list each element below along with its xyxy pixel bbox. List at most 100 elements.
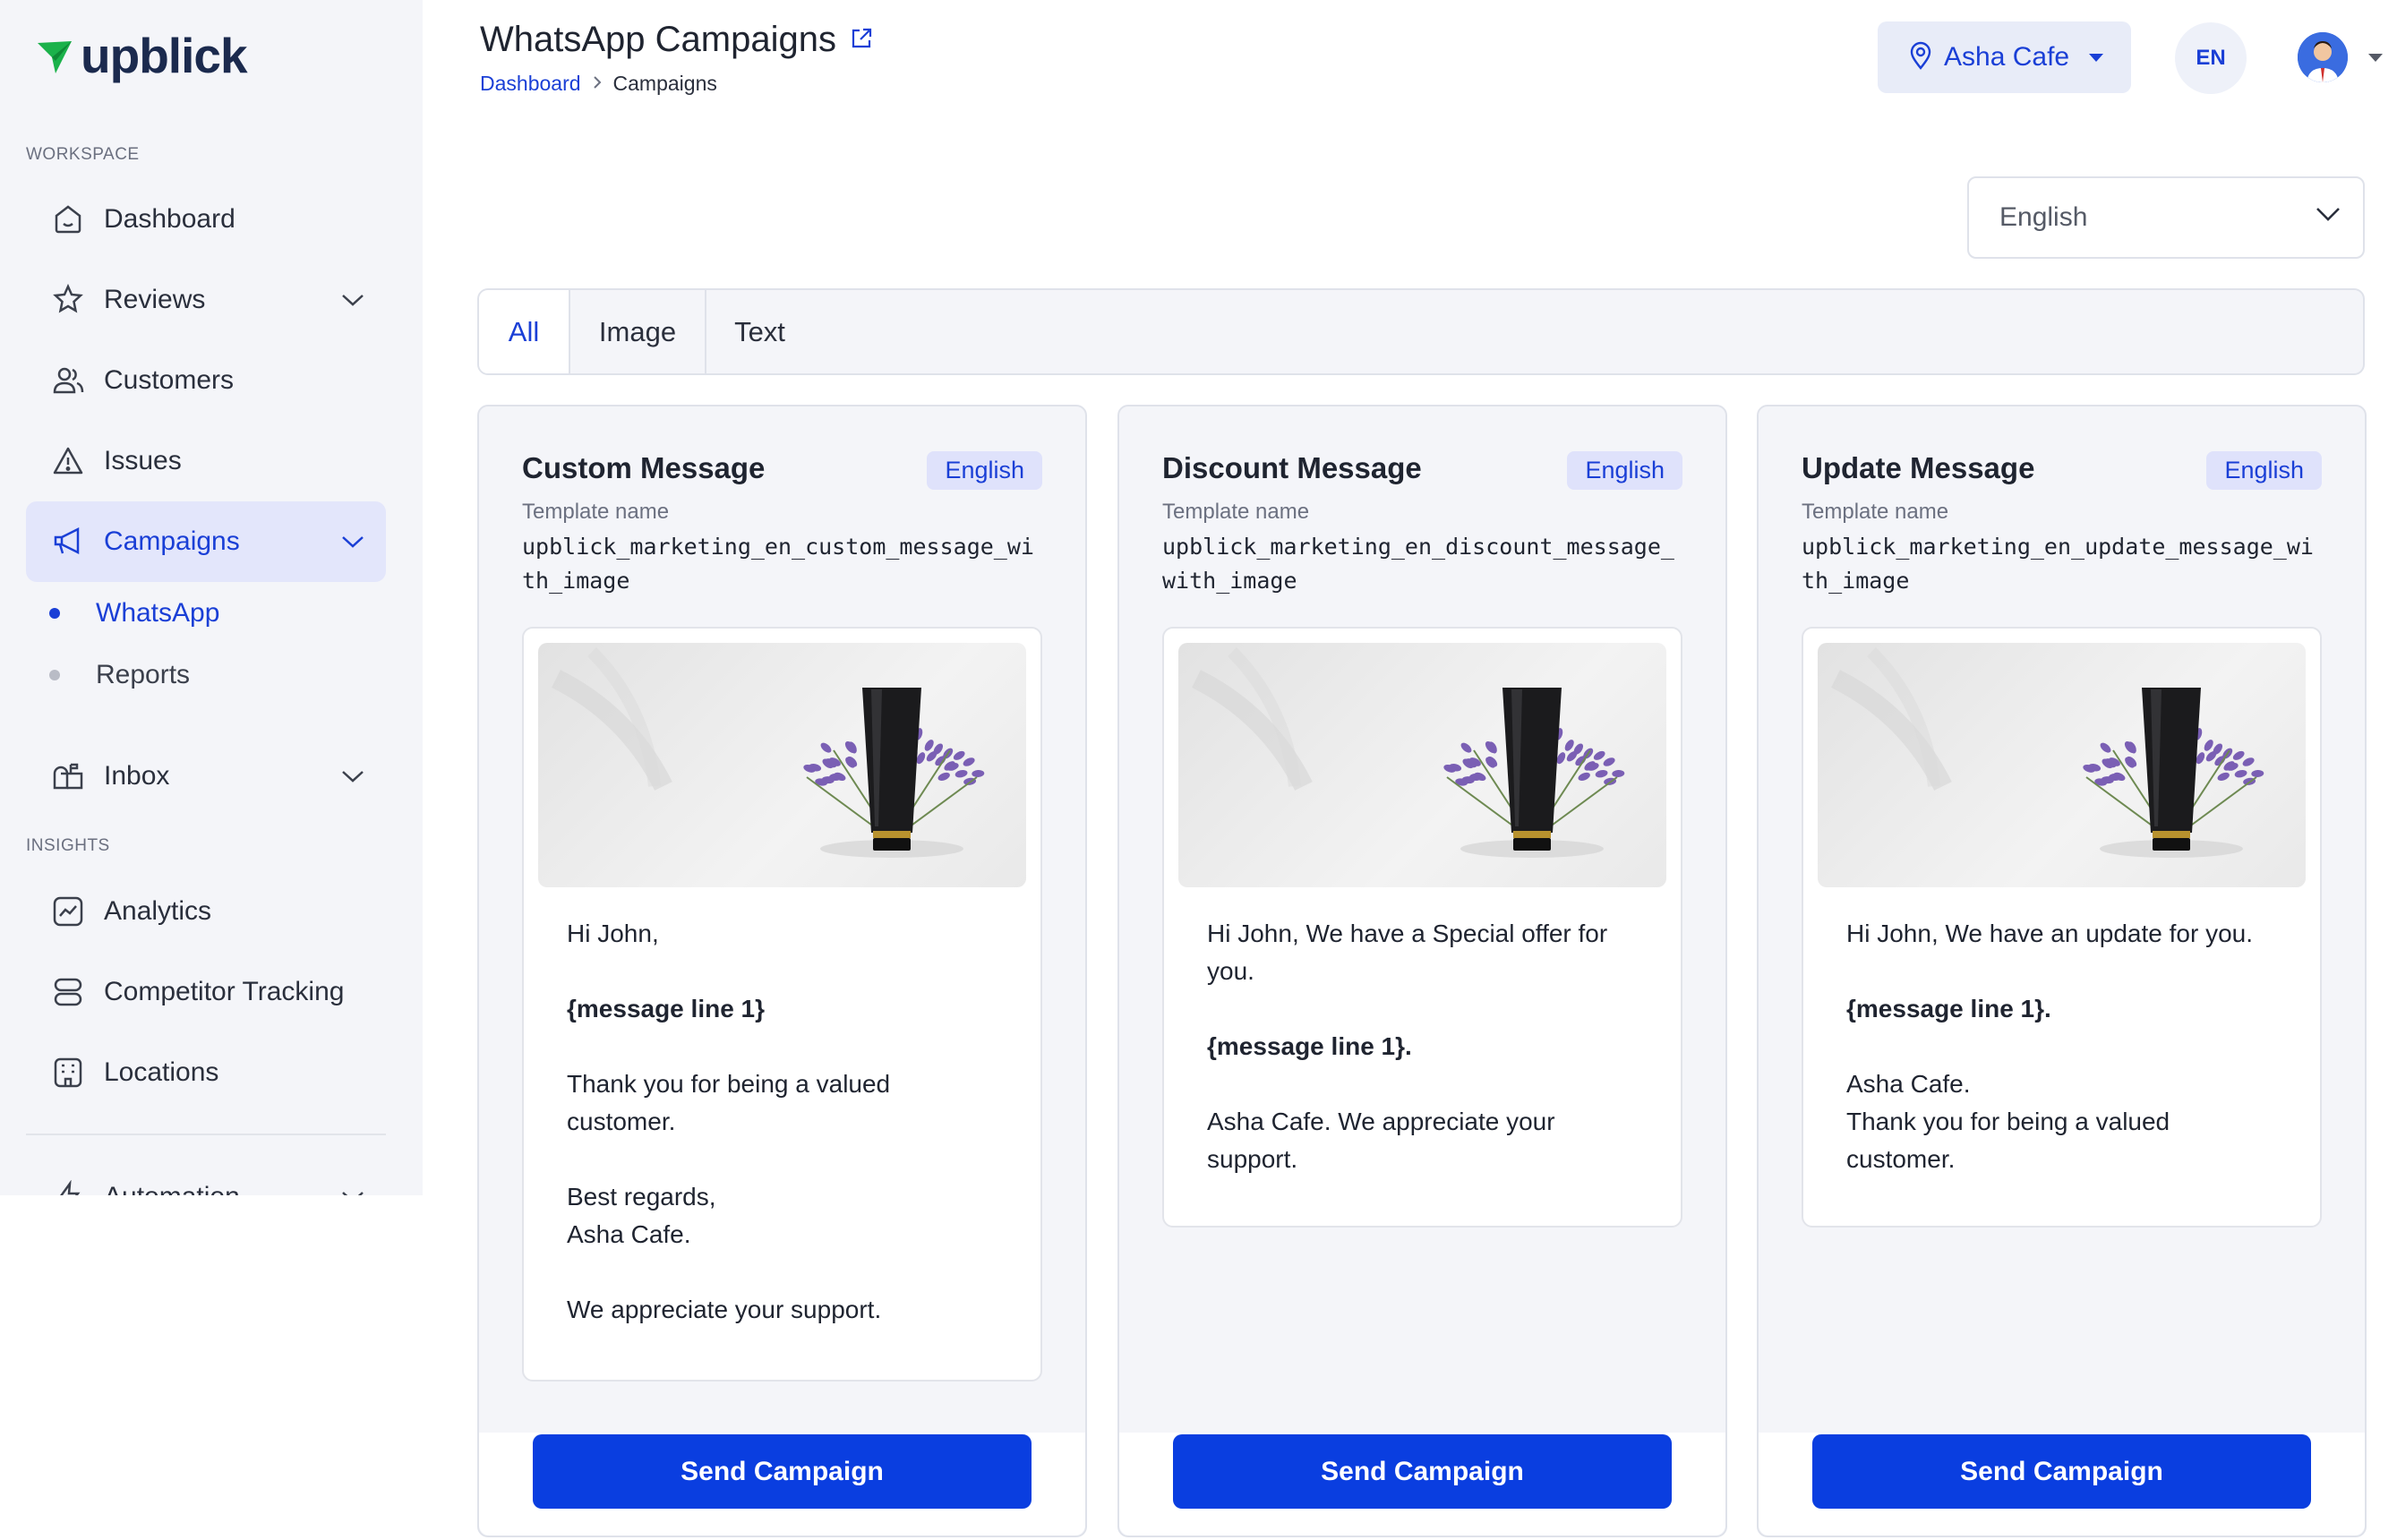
sidebar-subitem-label: WhatsApp [96, 598, 220, 628]
sidebar-item-campaigns[interactable]: Campaigns [26, 501, 386, 582]
message-line [567, 1028, 1006, 1065]
template-name-label: Template name [1802, 500, 1949, 524]
template-name-label: Template name [1162, 500, 1310, 524]
product-illustration [1831, 647, 2264, 858]
tab-image[interactable]: Image [570, 290, 706, 373]
chevron-down-icon[interactable] [339, 528, 366, 555]
building-icon [48, 1053, 88, 1092]
campaign-card-update: Update Message English Template name upb… [1757, 405, 2367, 1537]
template-tabs: All Image Text [477, 288, 2365, 375]
template-name-value: upblick_marketing_en_update_message_with… [1802, 534, 2314, 594]
sidebar: upblick WORKSPACE Dashboard Reviews Cust… [0, 0, 423, 1195]
campaign-card-custom: Custom Message English Template name upb… [477, 405, 1087, 1537]
message-preview: Hi John, We have a Special offer for you… [1162, 627, 1682, 1228]
message-line: Asha Cafe. We appreciate your support. [1207, 1108, 1555, 1173]
page-title: WhatsApp Campaigns [480, 20, 874, 60]
message-line [1207, 1065, 1646, 1103]
external-link-icon[interactable] [849, 20, 874, 60]
inactive-dot [49, 670, 60, 680]
message-line [567, 953, 1006, 990]
product-image [1178, 643, 1666, 887]
sidebar-item-label: Customers [104, 365, 235, 395]
logo-mark-icon [38, 41, 72, 73]
product-illustration [552, 647, 985, 858]
card-title: Discount Message [1162, 451, 1422, 484]
sidebar-item-analytics[interactable]: Analytics [26, 871, 386, 952]
sidebar-item-label: Analytics [104, 896, 212, 926]
tab-text[interactable]: Text [706, 290, 813, 373]
message-line [1846, 953, 2285, 990]
sidebar-subitem-label: Reports [96, 660, 191, 689]
sidebar-item-label: Issues [104, 446, 182, 475]
megaphone-icon [48, 522, 88, 561]
message-placeholder: {message line 1}. [1207, 1032, 1412, 1060]
sidebar-item-issues[interactable]: Issues [26, 421, 386, 501]
sidebar-item-locations[interactable]: Locations [26, 1032, 386, 1113]
language-badge: English [1567, 451, 1682, 490]
sidebar-item-automation[interactable]: Automation [26, 1157, 386, 1195]
location-name: Asha Cafe [1944, 42, 2070, 72]
home-icon [48, 200, 88, 239]
language-toggle[interactable]: EN [2175, 22, 2247, 94]
message-line: Hi John, [567, 920, 659, 947]
message-line [1846, 1028, 2285, 1065]
bolt-icon [48, 1177, 88, 1195]
sidebar-item-label: Reviews [104, 285, 206, 314]
message-line [567, 1141, 1006, 1178]
message-placeholder: {message line 1}. [1846, 995, 2051, 1022]
active-dot [49, 608, 60, 619]
caret-down-icon[interactable] [2368, 54, 2383, 62]
product-image [538, 643, 1026, 887]
sidebar-item-dashboard[interactable]: Dashboard [26, 179, 386, 260]
product-image [1818, 643, 2306, 887]
card-title: Update Message [1802, 451, 2035, 484]
chevron-right-icon [592, 72, 603, 96]
message-line: Asha Cafe. [567, 1220, 691, 1248]
brand-logo[interactable]: upblick [34, 27, 248, 84]
sidebar-item-customers[interactable]: Customers [26, 340, 386, 421]
sidebar-divider [26, 1134, 386, 1135]
language-select[interactable]: English [1967, 176, 2365, 259]
avatar[interactable] [2298, 32, 2348, 82]
app-root: upblick WORKSPACE Dashboard Reviews Cust… [0, 0, 2397, 1540]
message-line: Best regards, [567, 1183, 716, 1211]
location-selector[interactable]: Asha Cafe [1878, 21, 2131, 93]
sidebar-subitem-reports[interactable]: Reports [49, 660, 190, 690]
language-badge: English [927, 451, 1042, 490]
sidebar-item-competitor-tracking[interactable]: Competitor Tracking [26, 952, 386, 1032]
location-pin-icon [1908, 41, 1933, 74]
send-campaign-button[interactable]: Send Campaign [1173, 1434, 1672, 1509]
chart-icon [48, 892, 88, 931]
template-name-label: Template name [522, 500, 670, 524]
message-line [1207, 990, 1646, 1028]
template-name-value: upblick_marketing_en_custom_message_with… [522, 534, 1034, 594]
send-campaign-button[interactable]: Send Campaign [1812, 1434, 2311, 1509]
page-title-text: WhatsApp Campaigns [480, 20, 836, 59]
message-body: Hi John, We have an update for you. {mes… [1846, 915, 2285, 1178]
send-campaign-button[interactable]: Send Campaign [533, 1434, 1032, 1509]
message-preview: Hi John, We have an update for you. {mes… [1802, 627, 2322, 1228]
server-icon [48, 972, 88, 1012]
campaign-card-discount: Discount Message English Template name u… [1117, 405, 1727, 1537]
chevron-down-icon[interactable] [339, 1184, 366, 1195]
section-label-insights: INSIGHTS [26, 836, 110, 855]
sidebar-item-reviews[interactable]: Reviews [26, 260, 386, 340]
message-preview: Hi John, {message line 1} Thank you for … [522, 627, 1042, 1382]
breadcrumb-current: Campaigns [612, 72, 717, 95]
sidebar-item-label: Locations [104, 1057, 219, 1087]
star-badge-icon [48, 280, 88, 320]
brand-name: upblick [81, 28, 248, 83]
tab-all[interactable]: All [479, 290, 570, 373]
user-avatar-icon [2298, 32, 2348, 82]
sidebar-subitem-whatsapp[interactable]: WhatsApp [49, 598, 219, 629]
chevron-down-icon[interactable] [339, 287, 366, 313]
message-line: We appreciate your support. [567, 1296, 882, 1323]
breadcrumb-link-dashboard[interactable]: Dashboard [480, 72, 581, 96]
card-title: Custom Message [522, 451, 766, 484]
message-placeholder: {message line 1} [567, 995, 766, 1022]
message-line: Thank you for being a valued customer. [1846, 1108, 2170, 1173]
message-line [567, 1253, 1006, 1291]
sidebar-item-inbox[interactable]: Inbox [26, 736, 386, 817]
message-line: Thank you for being a valued customer. [567, 1070, 891, 1135]
chevron-down-icon[interactable] [339, 763, 366, 790]
